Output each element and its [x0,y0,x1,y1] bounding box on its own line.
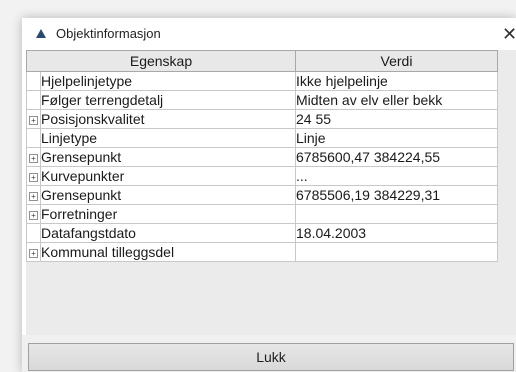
row-gutter [26,223,41,243]
property-name: Posisjonskvalitet [40,109,296,129]
expand-icon[interactable]: + [29,172,38,182]
property-value: 6785506,19 384229,31 [295,185,498,205]
property-value [295,242,498,262]
row-gutter: + [26,109,41,129]
property-value: Midten av elv eller bekk [295,90,498,110]
row-gutter: + [26,166,41,186]
dialog-footer: Lukk [22,335,516,372]
expand-icon[interactable]: + [29,191,38,201]
property-name: Kommunal tilleggsdel [40,242,296,262]
column-header-property[interactable]: Egenskap [26,50,296,72]
property-name: Grensepunkt [40,185,296,205]
table-row[interactable]: + Grensepunkt 6785506,19 384229,31 [26,185,498,205]
object-info-dialog: Objektinformasjon ✕ Egenskap Verdi Hjelp… [22,18,516,372]
table-row[interactable]: Hjelpelinjetype Ikke hjelpelinje [26,71,498,91]
header-row: Egenskap Verdi [26,50,498,72]
property-name: Forretninger [40,204,296,224]
property-name: Datafangstdato [40,223,296,243]
property-table: Egenskap Verdi Hjelpelinjetype Ikke hjelp… [26,50,498,262]
table-row[interactable]: + Kommunal tilleggsdel [26,242,498,262]
close-icon[interactable]: ✕ [502,21,516,47]
table-row[interactable]: + Forretninger [26,204,498,224]
row-gutter: + [26,204,41,224]
expand-icon[interactable]: + [29,153,38,163]
expand-icon[interactable]: + [29,248,38,258]
window-title: Objektinformasjon [56,26,161,41]
property-grid: Egenskap Verdi Hjelpelinjetype Ikke hjelp… [26,50,516,335]
table-row[interactable]: Følger terrengdetalj Midten av elv eller … [26,90,498,110]
property-name: Linjetype [40,128,296,148]
row-gutter [26,71,41,91]
title-bar: Objektinformasjon ✕ [22,18,516,50]
property-value: ... [295,166,498,186]
row-gutter [26,128,41,148]
column-header-value[interactable]: Verdi [295,50,498,72]
row-gutter [26,90,41,110]
property-name: Grensepunkt [40,147,296,167]
property-value: Ikke hjelpelinje [295,71,498,91]
table-row[interactable]: Linjetype Linje [26,128,498,148]
property-name: Følger terrengdetalj [40,90,296,110]
table-row[interactable]: + Grensepunkt 6785600,47 384224,55 [26,147,498,167]
table-row[interactable]: + Kurvepunkter... [26,166,498,186]
row-gutter: + [26,147,41,167]
property-value: 24 55 [295,109,498,129]
property-value [295,204,498,224]
close-button[interactable]: Lukk [28,343,514,371]
expand-icon[interactable]: + [29,210,38,220]
expand-icon[interactable]: + [29,115,38,125]
app-icon [36,29,46,38]
row-gutter: + [26,185,41,205]
row-gutter: + [26,242,41,262]
property-value: Linje [295,128,498,148]
property-name: Hjelpelinjetype [40,71,296,91]
property-value: 6785600,47 384224,55 [295,147,498,167]
property-value: 18.04.2003 [295,223,498,243]
table-row[interactable]: + Posisjonskvalitet 24 55 [26,109,498,129]
table-row[interactable]: Datafangstdato 18.04.2003 [26,223,498,243]
property-name: Kurvepunkter [40,166,296,186]
